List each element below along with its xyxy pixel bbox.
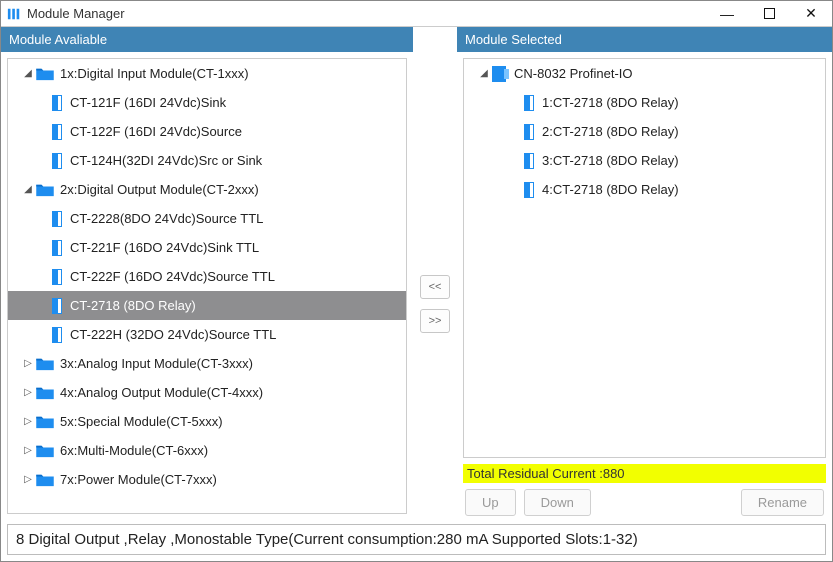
tree-folder[interactable]: ◢ 2x:Digital Output Module(CT-2xxx) — [8, 175, 406, 204]
caret-icon: ▷ — [22, 445, 34, 456]
app-icon — [7, 7, 21, 21]
tree-label: 2x:Digital Output Module(CT-2xxx) — [60, 182, 259, 197]
description-bar: 8 Digital Output ,Relay ,Monostable Type… — [7, 524, 826, 555]
module-icon — [52, 269, 62, 285]
rename-button[interactable]: Rename — [741, 489, 824, 516]
tree-module[interactable]: CT-222F (16DO 24Vdc)Source TTL — [8, 262, 406, 291]
tree-label: 1x:Digital Input Module(CT-1xxx) — [60, 66, 249, 81]
minimize-button[interactable]: — — [706, 1, 748, 27]
tree-module[interactable]: CT-121F (16DI 24Vdc)Sink — [8, 88, 406, 117]
available-tree[interactable]: ◢ 1x:Digital Input Module(CT-1xxx) CT-121F… — [7, 58, 407, 514]
add-button[interactable]: >> — [420, 309, 450, 333]
tree-label: CN-8032 Profinet-IO — [514, 66, 633, 81]
module-icon — [524, 124, 534, 140]
module-icon — [52, 240, 62, 256]
selected-button-row: Up Down Rename — [457, 483, 832, 520]
caret-icon: ◢ — [478, 68, 490, 79]
tree-label: CT-124H(32DI 24Vdc)Src or Sink — [70, 153, 262, 168]
tree-label: 4x:Analog Output Module(CT-4xxx) — [60, 385, 263, 400]
tree-label: CT-121F (16DI 24Vdc)Sink — [70, 95, 226, 110]
tree-label: CT-222F (16DO 24Vdc)Source TTL — [70, 269, 275, 284]
module-icon — [52, 95, 62, 111]
caret-icon: ▷ — [22, 474, 34, 485]
tree-label: 7x:Power Module(CT-7xxx) — [60, 472, 217, 487]
module-icon — [524, 153, 534, 169]
tree-label: 4:CT-2718 (8DO Relay) — [542, 182, 679, 197]
close-button[interactable]: ✕ — [790, 1, 832, 27]
tree-folder[interactable]: ◢ 1x:Digital Input Module(CT-1xxx) — [8, 59, 406, 88]
caret-icon: ▷ — [22, 416, 34, 427]
selected-panel: Module Selected ◢ CN-8032 Profinet-IO 1:CT… — [457, 27, 832, 520]
tree-folder[interactable]: ▷ 3x:Analog Input Module(CT-3xxx) — [8, 349, 406, 378]
tree-folder[interactable]: ▷ 6x:Multi-Module(CT-6xxx) — [8, 436, 406, 465]
module-icon — [52, 124, 62, 140]
selected-item[interactable]: 4:CT-2718 (8DO Relay) — [464, 175, 825, 204]
tree-label: 3:CT-2718 (8DO Relay) — [542, 153, 679, 168]
tree-folder[interactable]: ▷ 4x:Analog Output Module(CT-4xxx) — [8, 378, 406, 407]
tree-label: 2:CT-2718 (8DO Relay) — [542, 124, 679, 139]
tree-module[interactable]: CT-124H(32DI 24Vdc)Src or Sink — [8, 146, 406, 175]
caret-icon: ▷ — [22, 358, 34, 369]
tree-folder[interactable]: ▷ 5x:Special Module(CT-5xxx) — [8, 407, 406, 436]
tree-module[interactable]: CT-2228(8DO 24Vdc)Source TTL — [8, 204, 406, 233]
remove-button[interactable]: << — [420, 275, 450, 299]
tree-label: 1:CT-2718 (8DO Relay) — [542, 95, 679, 110]
tree-module[interactable]: CT-2718 (8DO Relay) — [8, 291, 406, 320]
selected-item[interactable]: 3:CT-2718 (8DO Relay) — [464, 146, 825, 175]
tree-label: CT-221F (16DO 24Vdc)Sink TTL — [70, 240, 259, 255]
available-panel: Module Avaliable ◢ 1x:Digital Input Modul… — [1, 27, 413, 520]
selected-item[interactable]: 2:CT-2718 (8DO Relay) — [464, 117, 825, 146]
module-icon — [52, 327, 62, 343]
selected-tree[interactable]: ◢ CN-8032 Profinet-IO 1:CT-2718 (8DO Relay… — [463, 58, 826, 458]
tree-module[interactable]: CT-221F (16DO 24Vdc)Sink TTL — [8, 233, 406, 262]
maximize-button[interactable] — [748, 1, 790, 27]
tree-label: 6x:Multi-Module(CT-6xxx) — [60, 443, 208, 458]
selected-root[interactable]: ◢ CN-8032 Profinet-IO — [464, 59, 825, 88]
available-header: Module Avaliable — [1, 27, 413, 52]
caret-icon: ▷ — [22, 387, 34, 398]
module-icon — [52, 211, 62, 227]
selected-header: Module Selected — [457, 27, 832, 52]
tree-label: 3x:Analog Input Module(CT-3xxx) — [60, 356, 253, 371]
module-icon — [524, 182, 534, 198]
residual-current-label: Total Residual Current :880 — [463, 464, 826, 483]
up-button[interactable]: Up — [465, 489, 516, 516]
down-button[interactable]: Down — [524, 489, 591, 516]
tree-module[interactable]: CT-222H (32DO 24Vdc)Source TTL — [8, 320, 406, 349]
tree-label: CT-122F (16DI 24Vdc)Source — [70, 124, 242, 139]
caret-icon: ◢ — [22, 184, 34, 195]
device-icon — [492, 66, 506, 82]
module-icon — [524, 95, 534, 111]
selected-item[interactable]: 1:CT-2718 (8DO Relay) — [464, 88, 825, 117]
tree-folder[interactable]: ▷ 7x:Power Module(CT-7xxx) — [8, 465, 406, 494]
tree-label: 5x:Special Module(CT-5xxx) — [60, 414, 223, 429]
titlebar: Module Manager — ✕ — [1, 1, 832, 27]
module-icon — [52, 298, 62, 314]
tree-label: CT-2228(8DO 24Vdc)Source TTL — [70, 211, 263, 226]
window-title: Module Manager — [27, 6, 706, 21]
caret-icon: ◢ — [22, 68, 34, 79]
module-icon — [52, 153, 62, 169]
tree-label: CT-222H (32DO 24Vdc)Source TTL — [70, 327, 276, 342]
tree-label: CT-2718 (8DO Relay) — [70, 298, 196, 313]
tree-module[interactable]: CT-122F (16DI 24Vdc)Source — [8, 117, 406, 146]
transfer-column: << >> — [413, 27, 457, 520]
